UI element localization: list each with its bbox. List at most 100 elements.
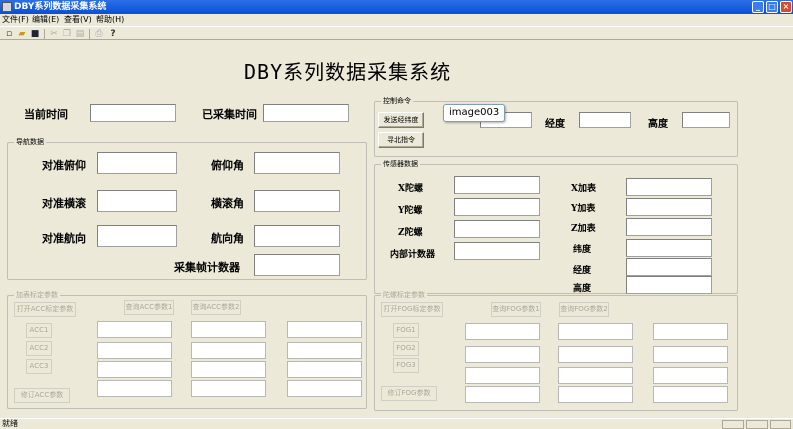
query-acc-param2-button[interactable]: 查询ACC参数2 — [191, 300, 241, 315]
menu-view[interactable]: 查看(V) — [64, 14, 92, 26]
acc-field[interactable] — [287, 380, 362, 397]
acc-field[interactable] — [191, 361, 266, 378]
align-pitch-label: 对准俯仰 — [42, 159, 86, 172]
fog-field[interactable] — [465, 386, 540, 403]
pitch-field[interactable] — [254, 152, 340, 174]
elapsed-time-label: 已采集时间 — [202, 108, 257, 121]
sensor-altitude-field[interactable] — [626, 276, 712, 294]
altitude-input[interactable] — [682, 112, 730, 128]
y-gyro-label: Y陀螺 — [398, 206, 423, 216]
current-time-field[interactable] — [90, 104, 176, 122]
z-gyro-label: Z陀螺 — [398, 228, 423, 238]
fog1-button[interactable]: FOG1 — [393, 323, 419, 338]
menu-file[interactable]: 文件(F) — [2, 14, 29, 26]
save-icon[interactable]: ■ — [30, 29, 40, 39]
fog-field[interactable] — [465, 367, 540, 384]
sensor-altitude-label: 高度 — [573, 284, 592, 294]
align-heading-label: 对准航向 — [42, 232, 86, 245]
window-title: DBY系列数据采集系统 — [14, 2, 107, 12]
modify-acc-params-button[interactable]: 修订ACC参数 — [14, 388, 70, 403]
sensor-longitude-field[interactable] — [626, 258, 712, 276]
acc-field[interactable] — [287, 342, 362, 359]
acc-field[interactable] — [287, 361, 362, 378]
acc-field[interactable] — [97, 361, 172, 378]
copy-icon[interactable]: ❐ — [62, 29, 72, 39]
minimize-button[interactable]: _ — [752, 1, 764, 13]
heading-field[interactable] — [254, 225, 340, 247]
altitude-label: 高度 — [648, 119, 668, 130]
query-acc-param1-button[interactable]: 查询ACC参数1 — [124, 300, 174, 315]
fog-field[interactable] — [558, 323, 633, 340]
send-latlon-button[interactable]: 发送经纬度 — [378, 112, 424, 128]
menu-help[interactable]: 帮助(H) — [96, 14, 124, 26]
current-time-label: 当前时间 — [24, 108, 68, 121]
x-acc-field[interactable] — [626, 178, 712, 196]
align-heading-field[interactable] — [97, 225, 177, 247]
open-folder-icon[interactable]: ▰ — [17, 29, 27, 39]
z-acc-label: Z加表 — [571, 224, 596, 234]
y-acc-field[interactable] — [626, 198, 712, 216]
latitude-field[interactable] — [626, 239, 712, 257]
title-bar: DBY系列数据采集系统 _ □ × — [0, 0, 793, 14]
acc-field[interactable] — [191, 342, 266, 359]
acc-field[interactable] — [97, 342, 172, 359]
fog-field[interactable] — [653, 323, 728, 340]
y-gyro-field[interactable] — [454, 198, 540, 216]
find-north-button[interactable]: 寻北指令 — [378, 132, 424, 148]
status-pane — [722, 420, 744, 429]
acc-field[interactable] — [191, 380, 266, 397]
print-icon[interactable]: ⎙ — [94, 29, 104, 39]
query-fog-param1-button[interactable]: 查询FOG参数1 — [491, 302, 541, 317]
toolbar-separator — [44, 29, 45, 39]
elapsed-time-field[interactable] — [263, 104, 349, 122]
longitude-label: 经度 — [545, 119, 565, 130]
close-button[interactable]: × — [780, 1, 792, 13]
open-fog-params-button[interactable]: 打开FOG标定参数 — [381, 302, 443, 317]
modify-fog-params-button[interactable]: 修订FOG参数 — [381, 386, 437, 401]
frame-counter-field[interactable] — [254, 254, 340, 276]
x-gyro-field[interactable] — [454, 176, 540, 194]
internal-counter-label: 内部计数器 — [390, 250, 436, 260]
maximize-button[interactable]: □ — [766, 1, 778, 13]
fog-field[interactable] — [558, 367, 633, 384]
fog-field[interactable] — [653, 346, 728, 363]
fog3-button[interactable]: FOG3 — [393, 358, 419, 373]
paste-icon[interactable]: ▤ — [75, 29, 85, 39]
acc-field[interactable] — [97, 380, 172, 397]
acc-field[interactable] — [287, 321, 362, 338]
align-pitch-field[interactable] — [97, 152, 177, 174]
fog-field[interactable] — [558, 346, 633, 363]
main-title: DBY系列数据采集系统 — [244, 60, 452, 84]
help-icon[interactable]: ? — [108, 29, 118, 39]
fog-field[interactable] — [465, 323, 540, 340]
fog-field[interactable] — [465, 346, 540, 363]
roll-field[interactable] — [254, 190, 340, 212]
longitude-input[interactable] — [579, 112, 631, 128]
fog-field[interactable] — [558, 386, 633, 403]
toolbar-separator — [89, 29, 90, 39]
acc-field[interactable] — [191, 321, 266, 338]
fog-field[interactable] — [653, 386, 728, 403]
align-roll-field[interactable] — [97, 190, 177, 212]
open-acc-params-button[interactable]: 打开ACC标定参数 — [14, 302, 76, 317]
app-icon — [2, 2, 12, 12]
cut-icon[interactable]: ✂ — [49, 29, 59, 39]
fog-cal-group-title: 陀螺标定参数 — [381, 290, 427, 300]
acc3-button[interactable]: ACC3 — [26, 359, 52, 374]
z-acc-field[interactable] — [626, 218, 712, 236]
status-pane — [770, 420, 791, 429]
fog-field[interactable] — [653, 367, 728, 384]
internal-counter-field[interactable] — [454, 242, 540, 260]
z-gyro-field[interactable] — [454, 220, 540, 238]
toolbar: ▫ ▰ ■ ✂ ❐ ▤ ⎙ ? — [0, 26, 793, 40]
y-acc-label: Y加表 — [571, 204, 596, 214]
query-fog-param2-button[interactable]: 查询FOG参数2 — [559, 302, 609, 317]
new-file-icon[interactable]: ▫ — [4, 29, 14, 39]
acc1-button[interactable]: ACC1 — [26, 323, 52, 338]
menu-edit[interactable]: 编辑(E) — [32, 14, 59, 26]
fog2-button[interactable]: FOG2 — [393, 341, 419, 356]
sensor-group-title: 传感器数据 — [381, 159, 420, 169]
menu-bar: 文件(F) 编辑(E) 查看(V) 帮助(H) — [0, 14, 793, 26]
acc2-button[interactable]: ACC2 — [26, 341, 52, 356]
acc-field[interactable] — [97, 321, 172, 338]
